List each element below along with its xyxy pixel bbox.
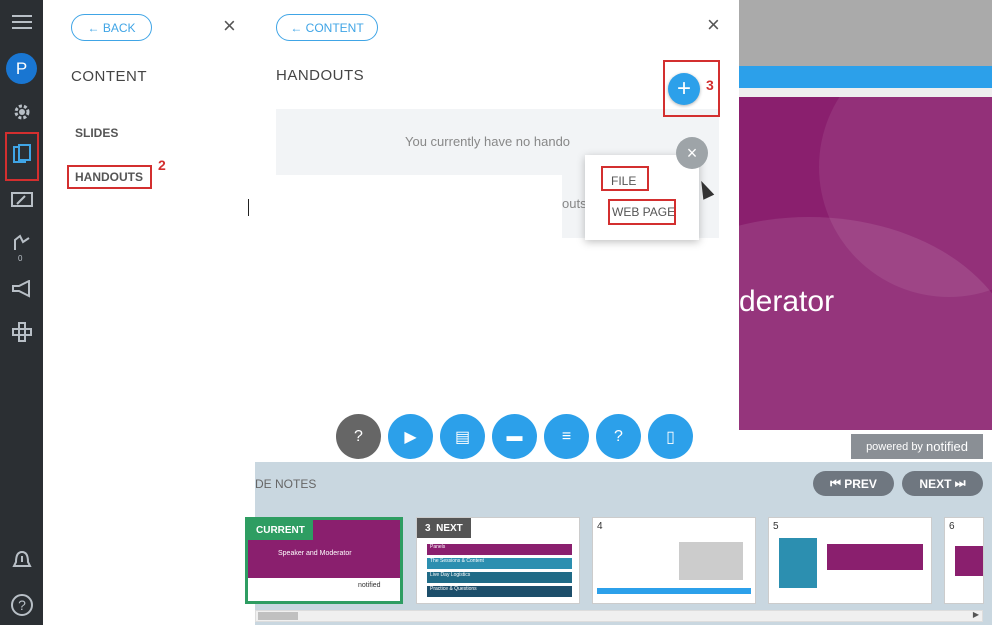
powered-by-label: powered by — [866, 440, 923, 453]
close-icon[interactable]: × — [707, 12, 720, 38]
gear-icon[interactable] — [0, 95, 43, 129]
back-button[interactable]: ← BACK — [71, 14, 152, 41]
avatar[interactable]: P — [6, 53, 37, 84]
thumb-row: Live Day Logistics — [427, 572, 572, 583]
help-icon[interactable]: ? — [0, 588, 43, 622]
thumb-sidebar — [779, 538, 817, 588]
slide-accent-bar — [739, 66, 992, 88]
slide-header-bar — [739, 0, 992, 66]
next-tag: 3 NEXT — [417, 518, 471, 538]
menu-icon[interactable] — [0, 5, 43, 39]
next-button[interactable]: NEXT ⏭ — [902, 471, 983, 496]
thumb-row: Panels — [427, 544, 572, 555]
thumb-number: 4 — [597, 521, 603, 532]
thumb-number: 6 — [949, 521, 955, 532]
thumbnail-4[interactable]: 4 — [592, 517, 756, 604]
close-menu-button[interactable]: × — [676, 137, 708, 169]
scrollbar-thumb[interactable] — [258, 612, 298, 620]
thumb-tag-label: NEXT — [436, 522, 463, 534]
highlight-box-web-page — [608, 199, 676, 225]
slides-icon[interactable]: ▤ — [440, 414, 485, 459]
slide-body: derator — [739, 97, 992, 430]
panel-title: HANDOUTS — [276, 67, 365, 84]
nav-item-slides[interactable]: SLIDES — [75, 126, 118, 140]
close-icon[interactable]: × — [223, 13, 236, 39]
slide-notes-tab[interactable]: DE NOTES — [255, 477, 316, 491]
scroll-right-icon[interactable]: ▶ — [973, 610, 979, 619]
next-icon: ⏭ — [951, 476, 966, 490]
current-tag: CURRENT — [248, 520, 313, 540]
icon-rail: P 0 ? — [0, 0, 43, 625]
slide-divider — [739, 88, 992, 97]
svg-text:?: ? — [18, 597, 26, 613]
thumb-title: Speaker and Moderator — [278, 550, 352, 557]
thumbnail-current[interactable]: CURRENT Speaker and Moderator notified — [245, 517, 403, 604]
highlight-box-file — [601, 166, 649, 191]
content-back-button[interactable]: ← CONTENT — [276, 14, 378, 41]
thumb-number: 5 — [773, 521, 779, 532]
documents-icon[interactable]: ▯ — [648, 414, 693, 459]
panel-title: CONTENT — [71, 68, 147, 85]
prev-icon: ⏮ — [830, 476, 845, 490]
video-icon[interactable]: ▶ — [388, 414, 433, 459]
notes-icon[interactable]: ≡ — [544, 414, 589, 459]
annotation-number: 3 — [706, 77, 714, 93]
thumb-row: The Sessions & Content — [427, 558, 572, 569]
qa-icon[interactable]: ? — [596, 414, 641, 459]
thumb-image — [679, 542, 743, 580]
thumb-image — [827, 544, 923, 570]
brand-logo: notified — [926, 439, 968, 454]
highlight-box-handouts — [67, 165, 152, 189]
announce-icon[interactable] — [0, 272, 43, 306]
powered-by-badge: powered by notified — [851, 434, 983, 459]
content-panel: ← BACK × CONTENT SLIDES HANDOUTS — [43, 0, 255, 625]
next-label: NEXT — [919, 476, 952, 491]
thumbnail-next[interactable]: 3 NEXT Panels The Sessions & Content Liv… — [416, 517, 580, 604]
prev-label: PREV — [844, 476, 877, 491]
thumbnail-6[interactable]: 6 — [944, 517, 984, 604]
slide-thumbnails: CURRENT Speaker and Moderator notified 3… — [245, 508, 992, 625]
tools-icon[interactable] — [0, 183, 43, 217]
thumb-number: 3 — [425, 522, 431, 534]
layout-icon[interactable] — [0, 315, 43, 349]
thumbnail-5[interactable]: 5 — [768, 517, 932, 604]
alert-icon[interactable] — [0, 544, 43, 578]
text-caret — [248, 199, 249, 216]
thumb-row: Practice & Questions — [427, 586, 572, 597]
raise-hand-count: 0 — [18, 254, 23, 263]
slide-preview: derator — [739, 0, 992, 430]
thumb-brand: notified — [358, 582, 381, 589]
prev-button[interactable]: ⏮ PREV — [813, 471, 894, 496]
slide-title: derator — [739, 285, 835, 318]
highlight-box-content-icon — [5, 132, 39, 181]
annotation-number: 2 — [158, 157, 166, 173]
thumbnail-scrollbar[interactable]: ▶ — [255, 610, 983, 622]
pointer-icon[interactable]: ? — [336, 414, 381, 459]
thumb-image — [955, 546, 983, 576]
thumb-bar — [597, 588, 751, 594]
chat-icon[interactable]: ▬ — [492, 414, 537, 459]
